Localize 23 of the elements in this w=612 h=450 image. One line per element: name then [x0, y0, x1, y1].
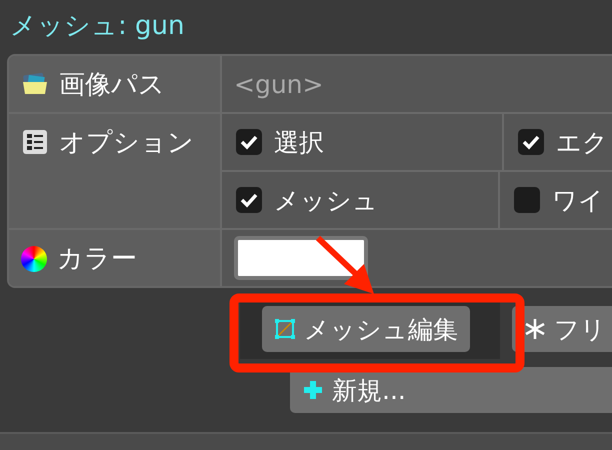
path-value: <gun>: [234, 70, 324, 98]
mesh-icon: [274, 318, 296, 340]
toolbar-button[interactable]: メッシュ編集: [262, 306, 470, 352]
option-label: メッシュ: [274, 184, 378, 216]
property-label: カラー: [57, 244, 137, 274]
toolbar-button[interactable]: フリ: [512, 306, 612, 352]
checkbox[interactable]: [236, 187, 262, 213]
option-label: 選択: [274, 126, 324, 158]
arrow-drawing: [316, 236, 376, 296]
new-button[interactable]: 新規...: [290, 367, 612, 413]
window-title: メッシュ: gun: [9, 10, 186, 40]
option-label: ワイ: [552, 184, 604, 216]
snowflake-icon: [524, 318, 546, 340]
checkbox[interactable]: [518, 129, 544, 155]
color-swatch[interactable]: [234, 236, 368, 280]
list-icon: [21, 128, 49, 156]
option-label: エク: [556, 126, 608, 158]
property-label: オプション: [59, 128, 194, 158]
color-wheel-icon: [21, 246, 47, 272]
checkbox[interactable]: [236, 129, 262, 155]
property-label: 画像パス: [59, 70, 165, 100]
plus-icon: [302, 379, 324, 401]
checkbox[interactable]: [514, 187, 540, 213]
